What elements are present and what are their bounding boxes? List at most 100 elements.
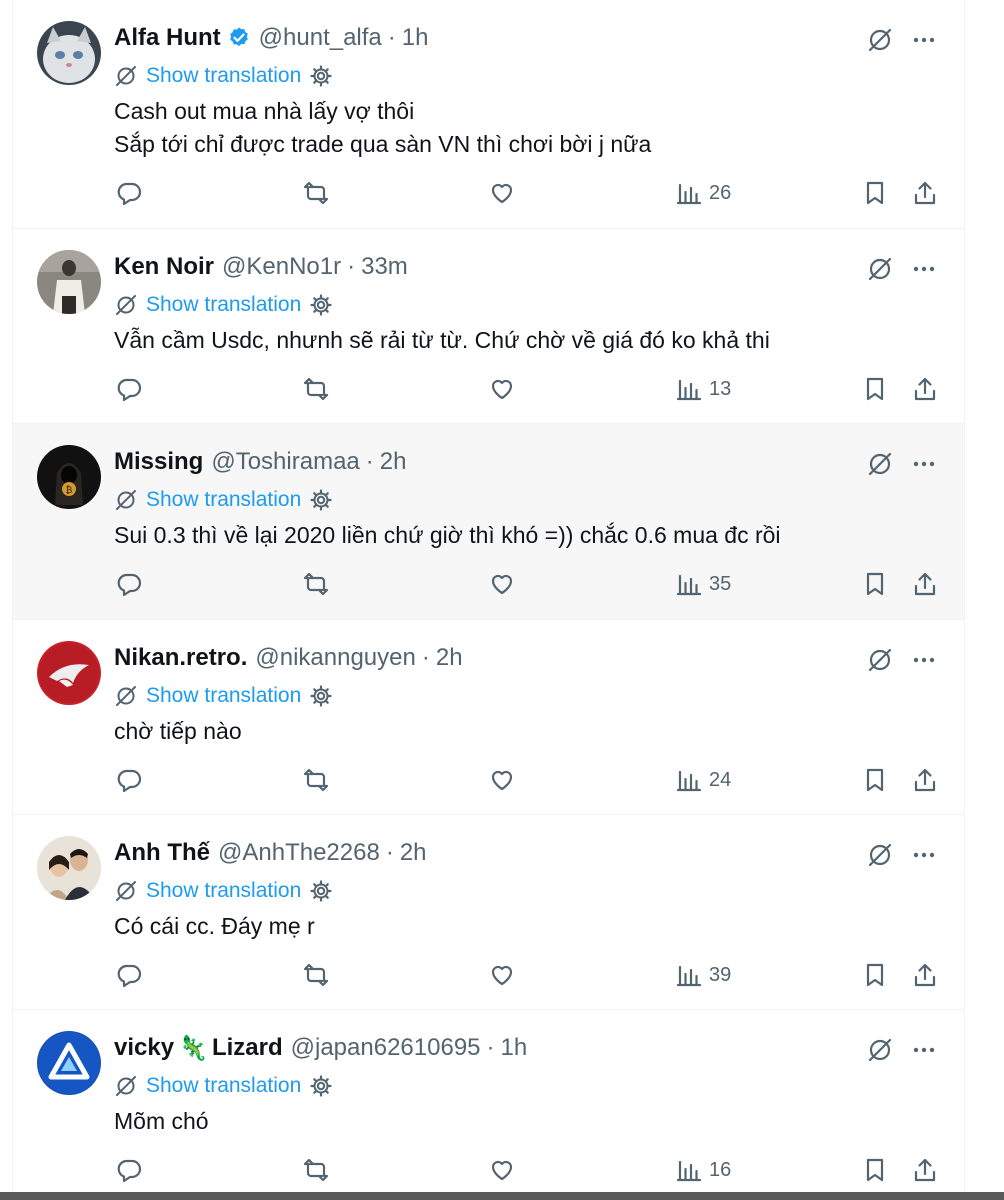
settings-gear-icon[interactable] [309,684,333,708]
reply-tweet[interactable]: ₿ Missing @Toshiramaa · 2h Show translat… [13,424,964,620]
avatar[interactable] [37,21,101,85]
grok-icon[interactable] [866,1036,894,1064]
avatar[interactable] [37,250,101,314]
views-button[interactable]: 24 [675,763,731,797]
bookmark-button[interactable] [861,958,889,992]
author-handle[interactable]: @AnhThe2268 [218,839,380,867]
more-options-icon[interactable] [910,841,938,869]
show-translation-link[interactable]: Show translation [146,64,301,88]
like-button[interactable] [488,372,516,406]
repost-button[interactable] [302,763,330,797]
bookmark-icon [861,961,889,989]
verified-badge-icon[interactable] [227,26,251,50]
reply-button[interactable] [115,372,143,406]
reply-tweet[interactable]: Anh Thế @AnhThe2268 · 2h Show translatio… [13,815,964,1010]
reply-button[interactable] [115,567,143,601]
views-button[interactable]: 26 [675,176,731,210]
action-bar: 13 [13,372,964,406]
author-name[interactable]: Nikan.retro. [114,644,247,672]
like-button[interactable] [488,176,516,210]
settings-gear-icon[interactable] [309,293,333,317]
share-button[interactable] [911,763,939,797]
grok-icon[interactable] [866,646,894,674]
reply-tweet[interactable]: vicky 🦎 Lizard @japan62610695 · 1h Show … [13,1010,964,1200]
timestamp[interactable]: 2h [436,644,463,672]
reply-tweet[interactable]: Ken Noir @KenNo1r · 33m Show translation… [13,229,964,424]
author-name[interactable]: Alfa Hunt [114,24,221,52]
author-handle[interactable]: @hunt_alfa [259,24,382,52]
repost-button[interactable] [302,958,330,992]
bookmark-button[interactable] [861,176,889,210]
timestamp[interactable]: 33m [361,253,408,281]
avatar[interactable] [37,1031,101,1095]
author-name-suffix[interactable]: Lizard [212,1034,283,1062]
repost-button[interactable] [302,1153,330,1187]
bookmark-icon [861,1156,889,1184]
settings-gear-icon[interactable] [309,1074,333,1098]
share-icon [911,375,939,403]
like-button[interactable] [488,763,516,797]
views-button[interactable]: 35 [675,567,731,601]
reply-button[interactable] [115,1153,143,1187]
settings-gear-icon[interactable] [309,879,333,903]
tweet-text-line: Vẫn cầm Usdc, nhưnh sẽ rải từ từ. Chứ ch… [114,327,770,353]
share-button[interactable] [911,567,939,601]
views-button[interactable]: 39 [675,958,731,992]
author-name[interactable]: Missing [114,448,203,476]
avatar[interactable]: ₿ [37,445,101,509]
show-translation-link[interactable]: Show translation [146,1074,301,1098]
share-button[interactable] [911,958,939,992]
reply-tweet[interactable]: Nikan.retro. @nikannguyen · 2h Show tran… [13,620,964,815]
repost-button[interactable] [302,372,330,406]
author-name[interactable]: Ken Noir [114,253,214,281]
settings-gear-icon[interactable] [309,488,333,512]
avatar[interactable] [37,836,101,900]
grok-icon[interactable] [866,841,894,869]
repost-button[interactable] [302,176,330,210]
author-name[interactable]: vicky [114,1034,174,1062]
show-translation-link[interactable]: Show translation [146,293,301,317]
show-translation-link[interactable]: Show translation [146,684,301,708]
show-translation-link[interactable]: Show translation [146,488,301,512]
bookmark-button[interactable] [861,567,889,601]
reply-tweet[interactable]: Alfa Hunt @hunt_alfa · 1h Show translati… [13,0,964,229]
more-options-icon[interactable] [910,1036,938,1064]
timestamp[interactable]: 1h [402,24,429,52]
author-handle[interactable]: @KenNo1r [222,253,341,281]
timestamp[interactable]: 1h [501,1034,528,1062]
grok-icon[interactable] [866,450,894,478]
author-handle[interactable]: @japan62610695 [291,1034,481,1062]
reply-button[interactable] [115,763,143,797]
more-options-icon[interactable] [910,450,938,478]
author-handle[interactable]: @nikannguyen [255,644,415,672]
timestamp[interactable]: 2h [400,839,427,867]
repost-button[interactable] [302,567,330,601]
views-button[interactable]: 16 [675,1153,731,1187]
reply-button[interactable] [115,176,143,210]
like-button[interactable] [488,1153,516,1187]
avatar[interactable] [37,641,101,705]
timestamp[interactable]: 2h [380,448,407,476]
more-options-icon[interactable] [910,255,938,283]
action-bar: 39 [13,958,964,992]
author-name[interactable]: Anh Thế [114,839,210,867]
bookmark-button[interactable] [861,1153,889,1187]
grok-icon[interactable] [866,255,894,283]
bookmark-button[interactable] [861,763,889,797]
action-bar: 24 [13,763,964,797]
share-button[interactable] [911,372,939,406]
grok-icon[interactable] [866,26,894,54]
more-options-icon[interactable] [910,646,938,674]
like-button[interactable] [488,958,516,992]
show-translation-link[interactable]: Show translation [146,879,301,903]
share-button[interactable] [911,1153,939,1187]
settings-gear-icon[interactable] [309,64,333,88]
view-count: 39 [709,963,732,986]
like-button[interactable] [488,567,516,601]
reply-button[interactable] [115,958,143,992]
views-button[interactable]: 13 [675,372,731,406]
bookmark-button[interactable] [861,372,889,406]
author-handle[interactable]: @Toshiramaa [211,448,359,476]
more-options-icon[interactable] [910,26,938,54]
share-button[interactable] [911,176,939,210]
